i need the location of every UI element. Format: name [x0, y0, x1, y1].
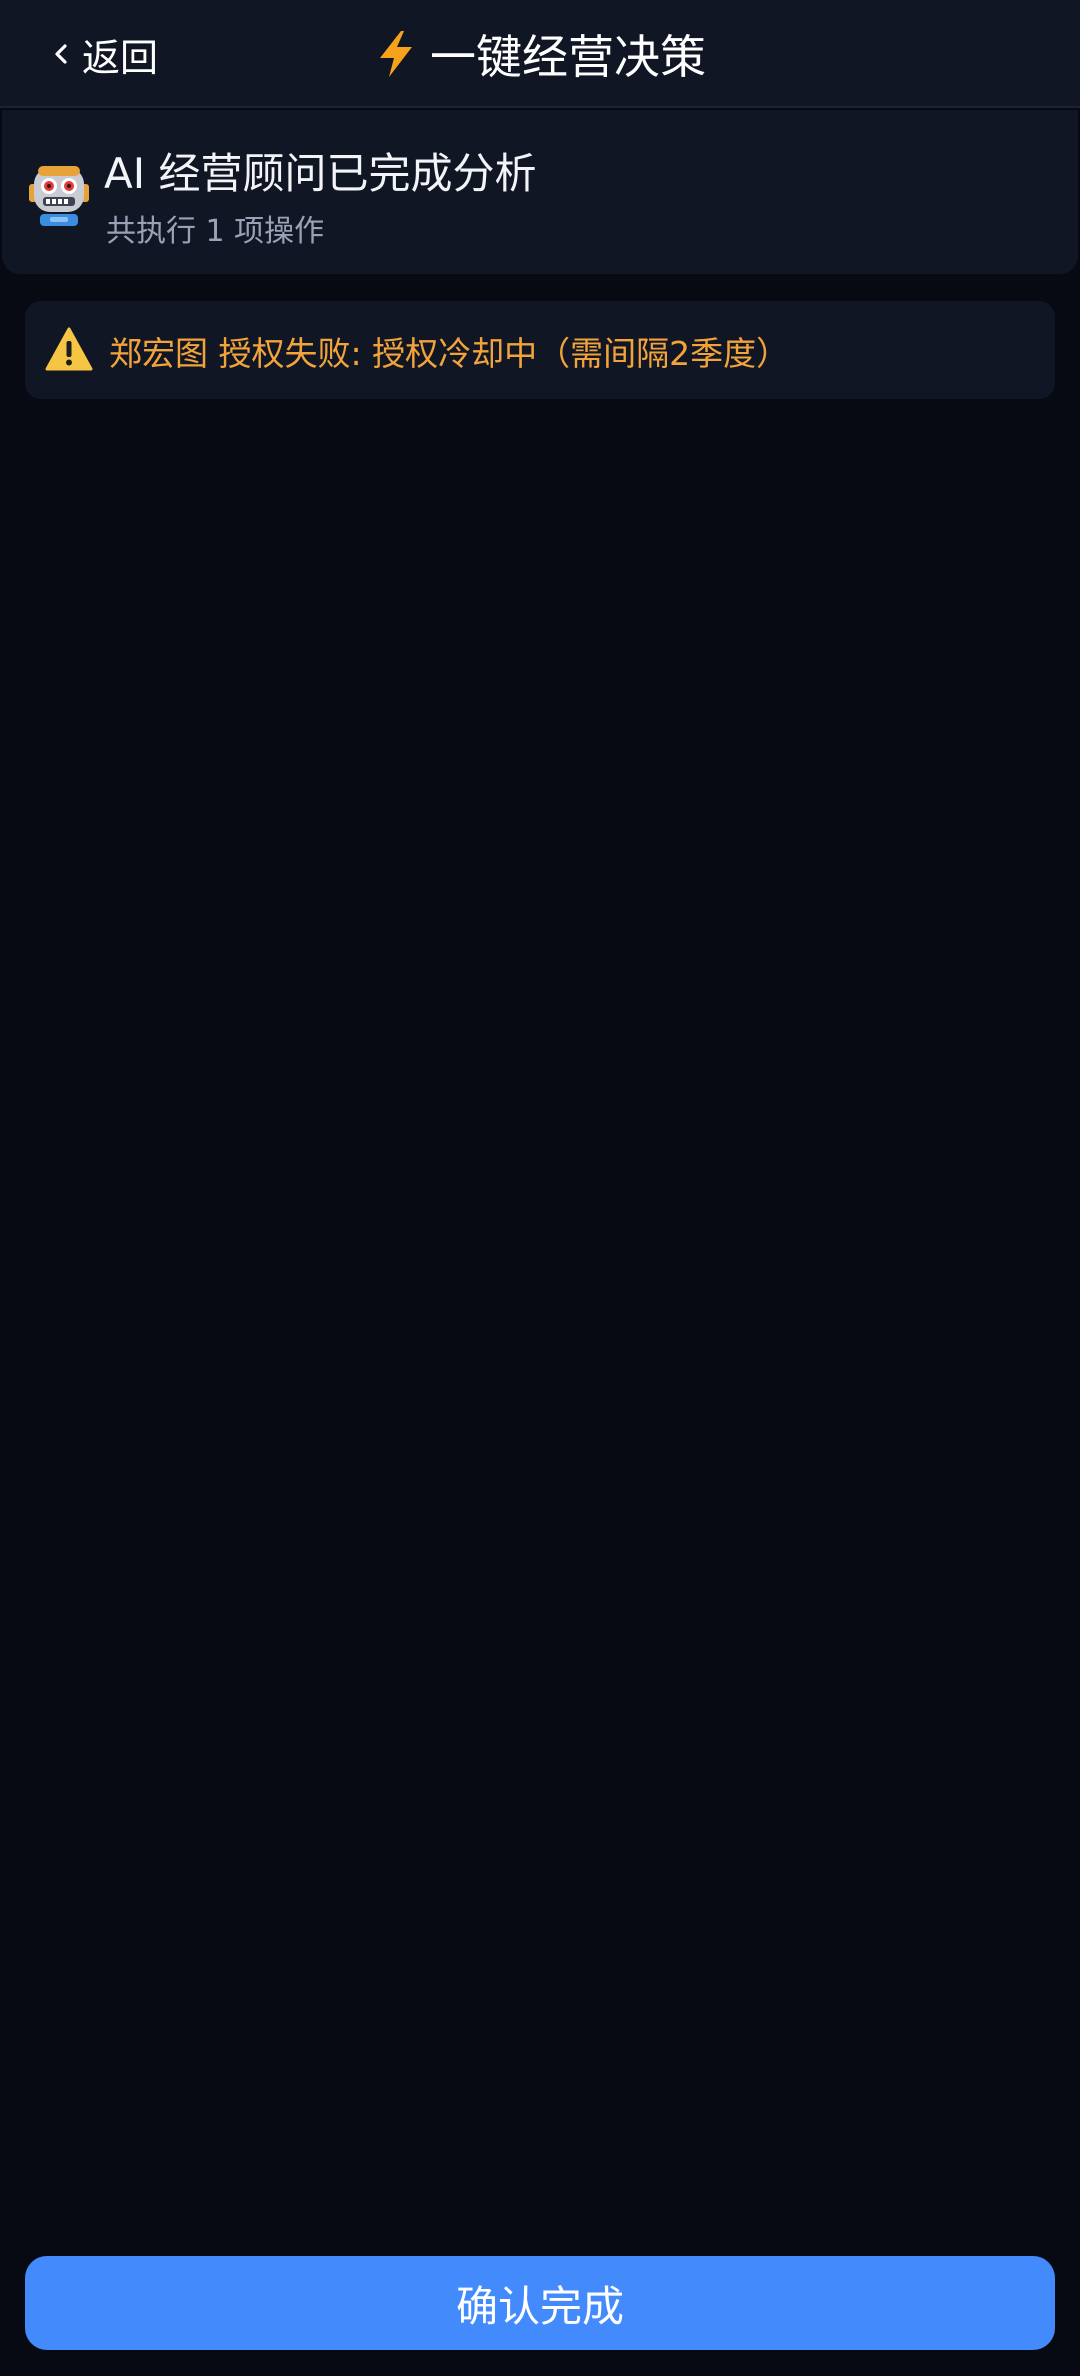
- analysis-summary-card: AI 经营顾问已完成分析 共执行 1 项操作: [2, 110, 1078, 274]
- lightning-bolt-icon: [380, 31, 412, 77]
- result-message: 郑宏图 授权失败: 授权冷却中（需间隔2季度）: [109, 334, 790, 373]
- top-navigation-bar: 返回 一键经营决策: [0, 0, 1080, 108]
- warning-icon: [45, 327, 93, 371]
- page-title-text: 一键经营决策: [430, 30, 706, 84]
- page-title: 一键经营决策: [0, 22, 1080, 86]
- summary-title: AI 经营顾问已完成分析: [104, 149, 537, 198]
- result-item: 郑宏图 授权失败: 授权冷却中（需间隔2季度）: [25, 301, 1055, 399]
- decision-result-screen: 返回 一键经营决策 AI 经营顾问已完成分析 共执行 1 项操作 郑宏图 授权失…: [0, 0, 1080, 2376]
- confirm-complete-button[interactable]: 确认完成: [25, 2256, 1055, 2350]
- summary-subtitle: 共执行 1 项操作: [106, 214, 325, 249]
- confirm-complete-label: 确认完成: [455, 2281, 624, 2331]
- robot-icon: [29, 166, 89, 226]
